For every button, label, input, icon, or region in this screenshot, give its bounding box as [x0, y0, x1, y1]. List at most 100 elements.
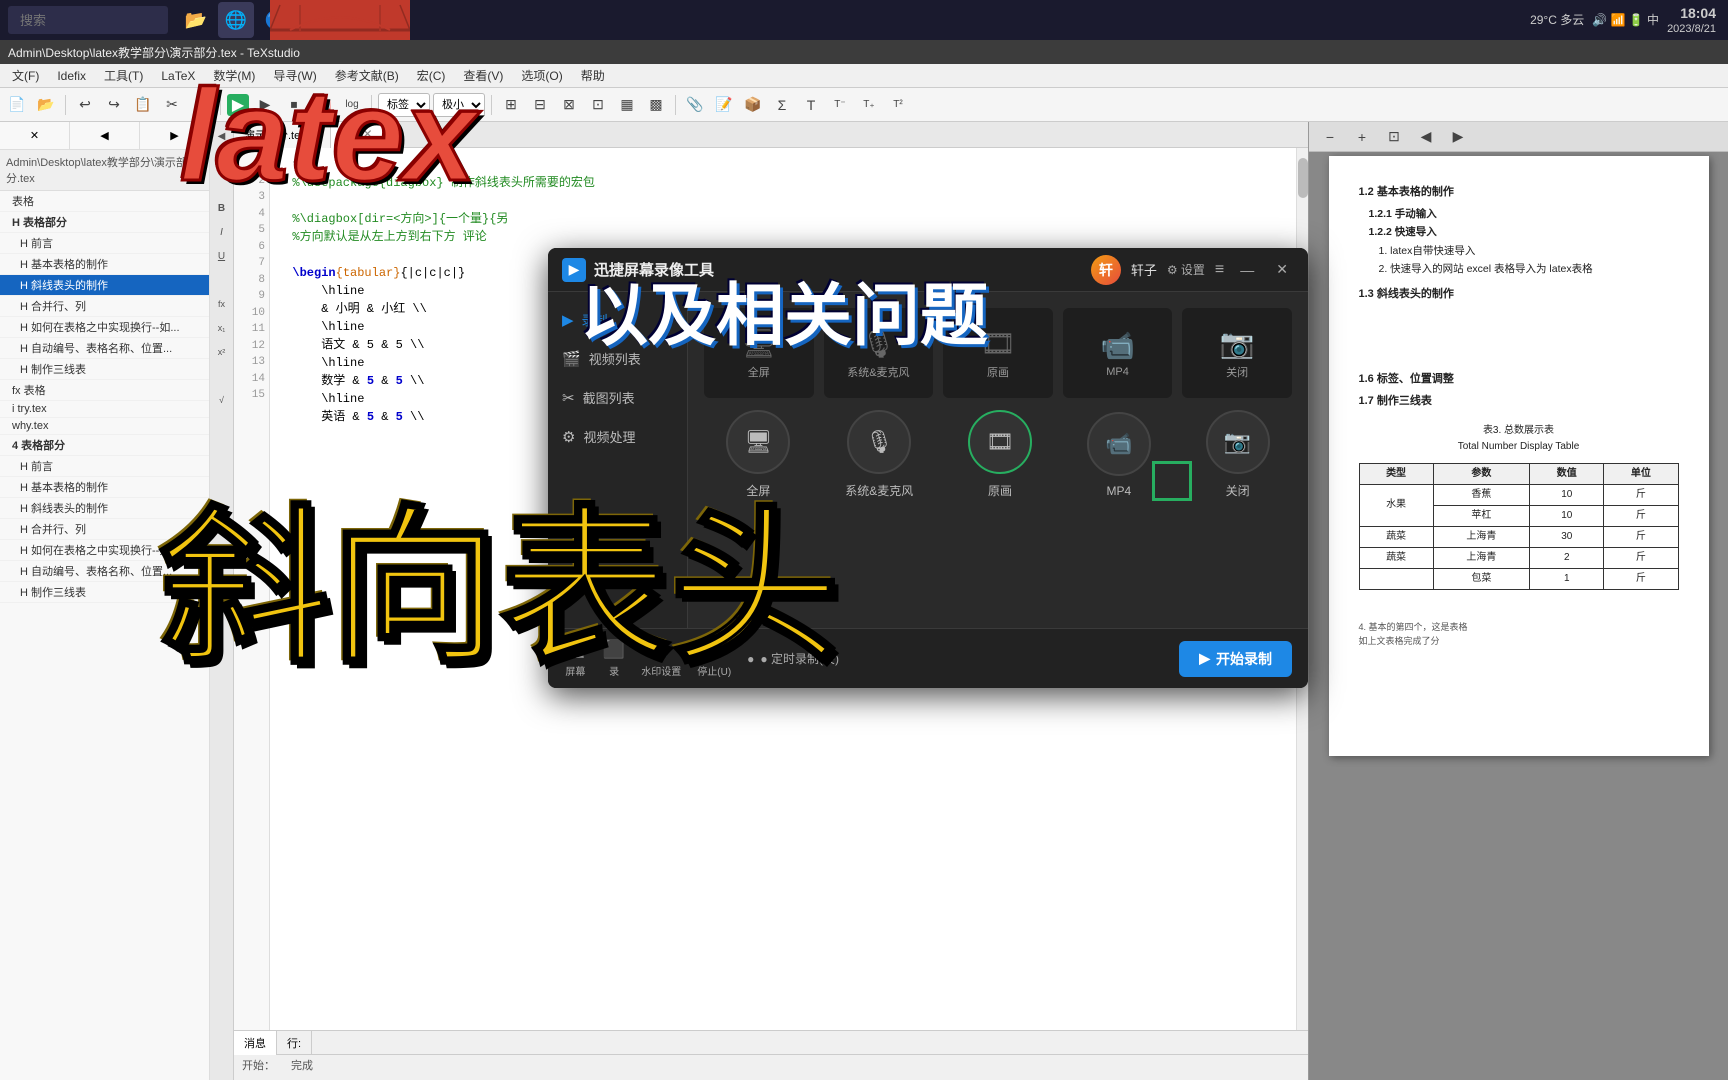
toolbar-table2[interactable]: ⊟: [527, 92, 553, 118]
editor-tab-demo-close[interactable]: ✕: [310, 128, 320, 142]
pdf-zoom-in[interactable]: +: [1349, 124, 1375, 150]
editor-tab-main-close[interactable]: ✕: [363, 127, 373, 141]
sidebar-item-h5b[interactable]: H 如何在表格之中实现换行--如...: [0, 540, 209, 561]
menu-file[interactable]: 文(F): [4, 65, 47, 86]
left-icon-x2[interactable]: x²: [212, 342, 232, 362]
toolbar-table3[interactable]: ⊠: [556, 92, 582, 118]
pdf-zoom-out[interactable]: −: [1317, 124, 1343, 150]
screen-opt-format[interactable]: 📹 MP4: [1087, 412, 1151, 498]
sidebar-close-btn[interactable]: ✕: [0, 122, 70, 149]
pdf-next[interactable]: ▶: [1445, 124, 1471, 150]
status-tab-line[interactable]: 行:: [277, 1031, 312, 1055]
sidebar-nav-left[interactable]: ◀: [70, 122, 140, 149]
menu-nav[interactable]: 导寻(W): [265, 65, 324, 86]
toolbar-table4[interactable]: ⊡: [585, 92, 611, 118]
sidebar-item-why[interactable]: why.tex: [0, 418, 209, 435]
bottom-tool-screen[interactable]: 🖥 屏幕: [564, 639, 587, 678]
sidebar-item-h4b[interactable]: H 合并行、列: [0, 519, 209, 540]
sidebar-item-h7b[interactable]: H 制作三线表: [0, 582, 209, 603]
sidebar-item-try[interactable]: i try.tex: [0, 401, 209, 418]
taskbar-app-folder[interactable]: 📂: [178, 2, 214, 38]
taskbar-app-edge[interactable]: 🌐: [218, 2, 254, 38]
screen-opt-camera[interactable]: 📷 关闭: [1206, 410, 1270, 499]
toolbar-open[interactable]: 📂: [33, 92, 59, 118]
menu-macro[interactable]: 宏(C): [409, 65, 454, 86]
left-icon-fx[interactable]: fx: [212, 294, 232, 314]
menu-idefix[interactable]: Idefix: [49, 67, 94, 85]
thumb-audio[interactable]: 🎙 系统&麦克风: [824, 308, 934, 398]
toolbar-log[interactable]: log: [339, 92, 365, 118]
toolbar-size-select[interactable]: 极小: [433, 93, 485, 117]
toolbar-t1[interactable]: T: [798, 92, 824, 118]
toolbar-stop[interactable]: ⏹: [281, 92, 307, 118]
sidebar-item-h3b[interactable]: H 斜线表头的制作: [0, 498, 209, 519]
left-icon-nav2[interactable]: ▶: [212, 150, 232, 170]
editor-tab-main[interactable]: .tex ✕: [331, 122, 384, 148]
toolbar-t2[interactable]: T⁻: [827, 92, 853, 118]
left-icon-x1[interactable]: x₁: [212, 318, 232, 338]
menu-math[interactable]: 数学(M): [205, 65, 263, 86]
toolbar-env[interactable]: 📦: [740, 92, 766, 118]
thumb-camera[interactable]: 📷 关闭: [1182, 308, 1292, 398]
screen-opt-audio[interactable]: 🎙 系统&麦克风: [845, 410, 913, 499]
sidebar-item-3[interactable]: H 基本表格的制作: [0, 254, 209, 275]
sidebar-item-h2b[interactable]: H 基本表格的制作: [0, 477, 209, 498]
toolbar-undo[interactable]: ↩: [72, 92, 98, 118]
dialog-menu-icon[interactable]: ≡: [1215, 261, 1224, 279]
menu-help[interactable]: 帮助: [573, 65, 613, 86]
menu-latex[interactable]: LaTeX: [153, 67, 203, 85]
sidebar-item-h6b[interactable]: H 自动编号、表格名称、位置...: [0, 561, 209, 582]
dialog-sidebar-videoprocess[interactable]: ⚙ 视频处理: [548, 417, 687, 456]
left-icon-nav[interactable]: ◀: [212, 126, 232, 146]
menu-options[interactable]: 选项(O): [513, 65, 570, 86]
dialog-sidebar-record[interactable]: ▶ 录制: [548, 300, 687, 339]
toolbar-compile-green[interactable]: ▶: [227, 94, 249, 116]
sidebar-item-fx[interactable]: fx 表格: [0, 380, 209, 401]
code-scrollbar-thumb[interactable]: [1298, 158, 1308, 198]
toolbar-t3[interactable]: T₊: [856, 92, 882, 118]
sidebar-item-4b[interactable]: 4 表格部分: [0, 435, 209, 456]
sidebar-item-0[interactable]: 表格: [0, 191, 209, 212]
dialog-sidebar-videolist[interactable]: 🎬 视频列表: [548, 339, 687, 378]
sidebar-item-6[interactable]: H 如何在表格之中实现换行--如...: [0, 317, 209, 338]
toolbar-t4[interactable]: T²: [885, 92, 911, 118]
thumb-format[interactable]: 📹 MP4: [1063, 308, 1173, 398]
dialog-settings-link[interactable]: ⚙ 设置: [1167, 261, 1205, 278]
toolbar-sym[interactable]: Σ: [769, 92, 795, 118]
toolbar-table5[interactable]: ▦: [614, 92, 640, 118]
sidebar-nav-right[interactable]: ▶: [140, 122, 209, 149]
start-record-button[interactable]: ▶ 开始录制: [1179, 641, 1292, 677]
toolbar-cut[interactable]: ✂: [159, 92, 185, 118]
bottom-tool-stop[interactable]: ⏹ 停止(U): [697, 639, 731, 678]
toolbar-table1[interactable]: ⊞: [498, 92, 524, 118]
toolbar-cite[interactable]: 📝: [711, 92, 737, 118]
sidebar-item-5[interactable]: H 合并行、列: [0, 296, 209, 317]
dialog-close-btn[interactable]: ✕: [1270, 257, 1294, 282]
menu-ref[interactable]: 参考文献(B): [327, 65, 407, 86]
left-icon-sqrt[interactable]: √: [212, 390, 232, 410]
toolbar-new[interactable]: 📄: [4, 92, 30, 118]
sidebar-item-4[interactable]: H 斜线表头的制作: [0, 275, 209, 296]
menu-tools[interactable]: 工具(T): [96, 65, 151, 86]
sidebar-item-h1b[interactable]: H 前言: [0, 456, 209, 477]
thumb-quality[interactable]: 🎞 原画: [943, 308, 1053, 398]
pdf-fit[interactable]: ⊡: [1381, 124, 1407, 150]
dialog-minimize-btn[interactable]: —: [1234, 258, 1260, 282]
toolbar-table6[interactable]: ▩: [643, 92, 669, 118]
sidebar-item-8[interactable]: H 制作三线表: [0, 359, 209, 380]
thumb-fullscreen[interactable]: 🖥 全屏: [704, 308, 814, 398]
screen-opt-fullscreen[interactable]: 🖥 全屏: [726, 410, 790, 499]
dialog-sidebar-screenshot[interactable]: ✂ 截图列表: [548, 378, 687, 417]
toolbar-redo[interactable]: ↪: [101, 92, 127, 118]
sidebar-item-1[interactable]: H 表格部分: [0, 212, 209, 233]
search-input[interactable]: [8, 6, 168, 34]
toolbar-compile2[interactable]: ▶: [252, 92, 278, 118]
bottom-tool-watermark[interactable]: 💧 水印设置: [641, 639, 681, 678]
menu-view[interactable]: 查看(V): [455, 65, 511, 86]
left-icon-U[interactable]: U: [212, 246, 232, 266]
toolbar-pdf[interactable]: 📖: [310, 92, 336, 118]
sidebar-item-7[interactable]: H 自动编号、表格名称、位置...: [0, 338, 209, 359]
left-icon-B[interactable]: B: [212, 198, 232, 218]
pdf-prev[interactable]: ◀: [1413, 124, 1439, 150]
screen-opt-quality[interactable]: 🎞 原画: [968, 410, 1032, 499]
